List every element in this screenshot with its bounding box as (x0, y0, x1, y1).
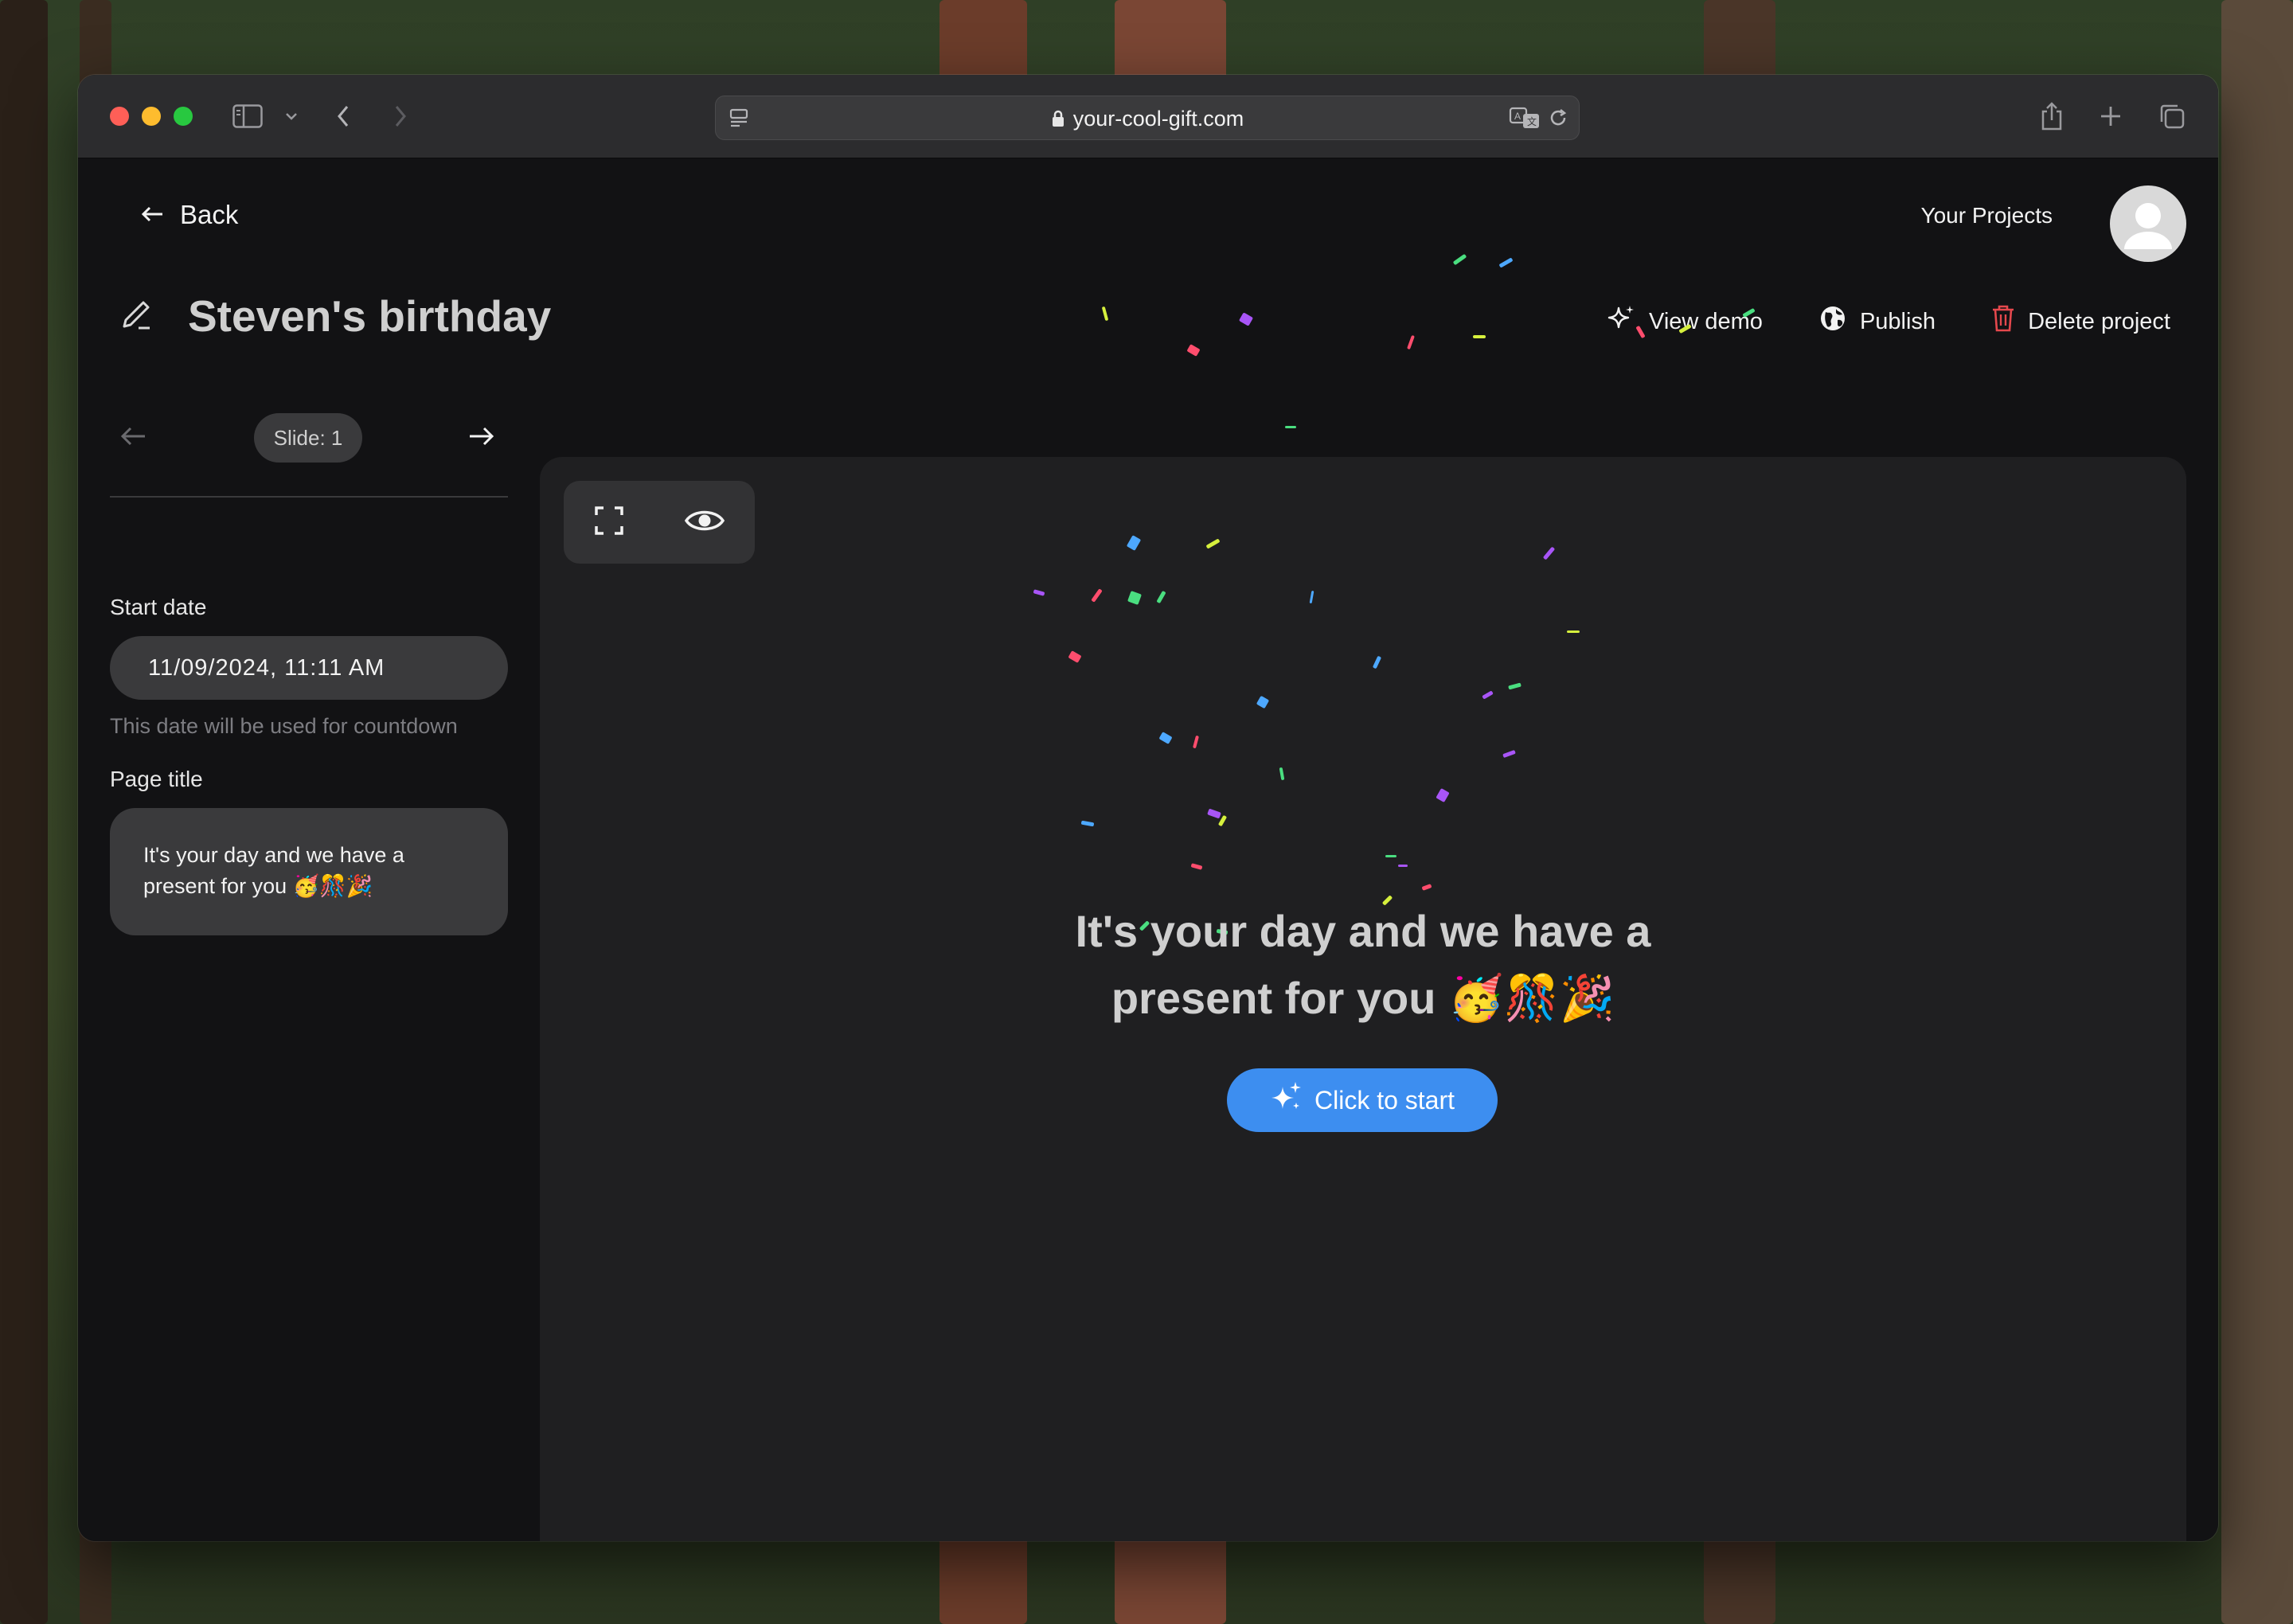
app-page: Back Your Projects Steven's birthday Vie… (78, 158, 2218, 1541)
view-demo-button[interactable]: View demo (1606, 303, 1763, 340)
delete-project-label: Delete project (2028, 308, 2170, 334)
page-title-value: It's your day and we have a present for … (143, 843, 404, 898)
publish-button[interactable]: Publish (1818, 304, 1936, 339)
new-tab-icon[interactable] (2097, 97, 2124, 135)
lock-icon (1051, 108, 1065, 133)
sparkles-icon (1606, 303, 1636, 340)
back-label: Back (180, 200, 239, 229)
trash-icon (1991, 304, 2015, 339)
back-button[interactable]: Back (140, 200, 238, 230)
svg-text:文: 文 (1527, 115, 1537, 127)
fullscreen-icon[interactable] (594, 506, 624, 540)
project-title: Steven's birthday (188, 291, 552, 341)
start-date-input[interactable]: 11/09/2024, 11:11 AM (110, 636, 508, 700)
previous-slide-icon[interactable] (119, 424, 148, 452)
slide-headline-line-2: present for you 🥳🎊🎉 (1111, 973, 1615, 1023)
user-icon (2124, 203, 2172, 249)
arrow-left-icon (140, 200, 166, 230)
close-window-button[interactable] (110, 107, 129, 126)
click-to-start-label: Click to start (1314, 1085, 1455, 1115)
publish-label: Publish (1859, 308, 1936, 334)
slide-headline-line-1: It's your day and we have a (1075, 906, 1651, 956)
delete-project-button[interactable]: Delete project (1991, 304, 2170, 339)
svg-text:A: A (1514, 111, 1521, 122)
avatar[interactable] (2110, 185, 2186, 262)
maximize-window-button[interactable] (174, 107, 193, 126)
start-date-hint: This date will be used for countdown (110, 714, 458, 738)
preview-toolbar (564, 481, 755, 564)
browser-toolbar: your-cool-gift.com A文 (78, 75, 2218, 158)
edit-title-icon[interactable] (118, 296, 154, 337)
address-bar[interactable]: your-cool-gift.com A文 (715, 96, 1580, 140)
sparkles-icon (1270, 1080, 1303, 1120)
tab-overview-icon[interactable] (2156, 97, 2188, 135)
slide-preview: It's your day and we have a present for … (540, 457, 2186, 1541)
globe-icon (1818, 304, 1847, 339)
back-nav-icon[interactable] (331, 97, 355, 135)
forward-nav-icon[interactable] (389, 97, 412, 135)
start-date-value: 11/09/2024, 11:11 AM (148, 655, 385, 681)
url-text: your-cool-gift.com (1072, 107, 1244, 131)
page-title-textarea[interactable]: It's your day and we have a present for … (110, 808, 508, 935)
slide-indicator: Slide: 1 (254, 413, 362, 463)
slide-navigation: Slide: 1 (110, 410, 508, 498)
project-actions: View demo Publish Delete project (1606, 303, 2170, 340)
click-to-start-button[interactable]: Click to start (1227, 1068, 1498, 1132)
chevron-down-icon[interactable] (282, 97, 301, 135)
next-slide-icon[interactable] (467, 424, 495, 452)
share-icon[interactable] (2038, 97, 2065, 135)
slide-headline: It's your day and we have a present for … (540, 898, 2186, 1032)
your-projects-link[interactable]: Your Projects (1921, 203, 2053, 228)
translate-icon[interactable]: A文 (1509, 106, 1541, 134)
sidebar-toggle-icon[interactable] (231, 97, 264, 135)
reload-icon[interactable] (1547, 107, 1569, 133)
start-date-label: Start date (110, 595, 207, 619)
eye-icon[interactable] (684, 506, 725, 539)
page-title-label: Page title (110, 767, 203, 791)
browser-window: your-cool-gift.com A文 Back Your Projects… (78, 75, 2218, 1541)
minimize-window-button[interactable] (142, 107, 161, 126)
